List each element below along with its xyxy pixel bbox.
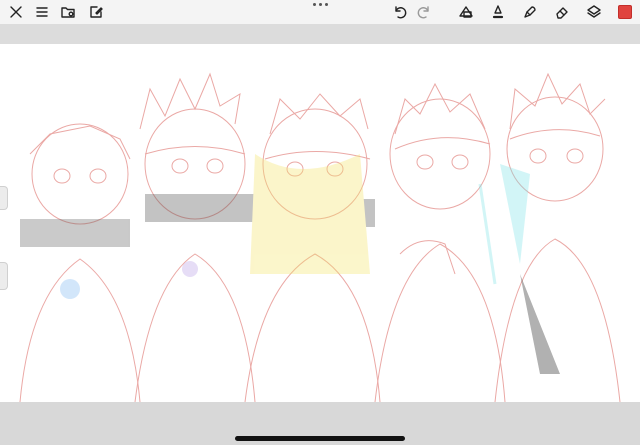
more-handle[interactable]	[311, 3, 329, 11]
drawing-canvas[interactable]	[0, 44, 640, 402]
layers-button[interactable]	[584, 2, 604, 22]
undo-button[interactable]	[390, 2, 410, 22]
selection-icon	[459, 6, 473, 18]
gallery-button[interactable]	[58, 2, 78, 22]
color-swatch[interactable]	[618, 5, 632, 19]
home-indicator[interactable]	[235, 436, 405, 441]
app-window	[0, 0, 640, 445]
brush-size-handle[interactable]	[0, 186, 8, 210]
dot	[312, 3, 316, 6]
eraser-icon	[556, 7, 568, 19]
redo-icon	[417, 6, 429, 19]
artwork-sketch	[19, 72, 621, 402]
layers-icon	[587, 5, 601, 18]
close-icon	[10, 6, 22, 18]
top-toolbar	[0, 0, 640, 24]
edit-button[interactable]	[86, 2, 106, 22]
dot	[324, 3, 328, 6]
opacity-handle[interactable]	[0, 262, 8, 290]
canvas-top-margin	[0, 24, 640, 44]
menu-button[interactable]	[32, 2, 52, 22]
dot	[318, 3, 322, 6]
smudge-button[interactable]	[520, 2, 540, 22]
close-button[interactable]	[6, 2, 26, 22]
redo-button[interactable]	[414, 2, 434, 22]
edit-icon	[90, 6, 103, 18]
undo-icon	[395, 6, 407, 19]
eraser-button[interactable]	[552, 2, 572, 22]
smudge-icon	[524, 6, 536, 18]
menu-icon	[36, 7, 48, 17]
selection-button[interactable]	[456, 2, 476, 22]
gallery-icon	[61, 7, 75, 18]
brush-icon	[492, 5, 504, 19]
brush-button[interactable]	[488, 2, 508, 22]
